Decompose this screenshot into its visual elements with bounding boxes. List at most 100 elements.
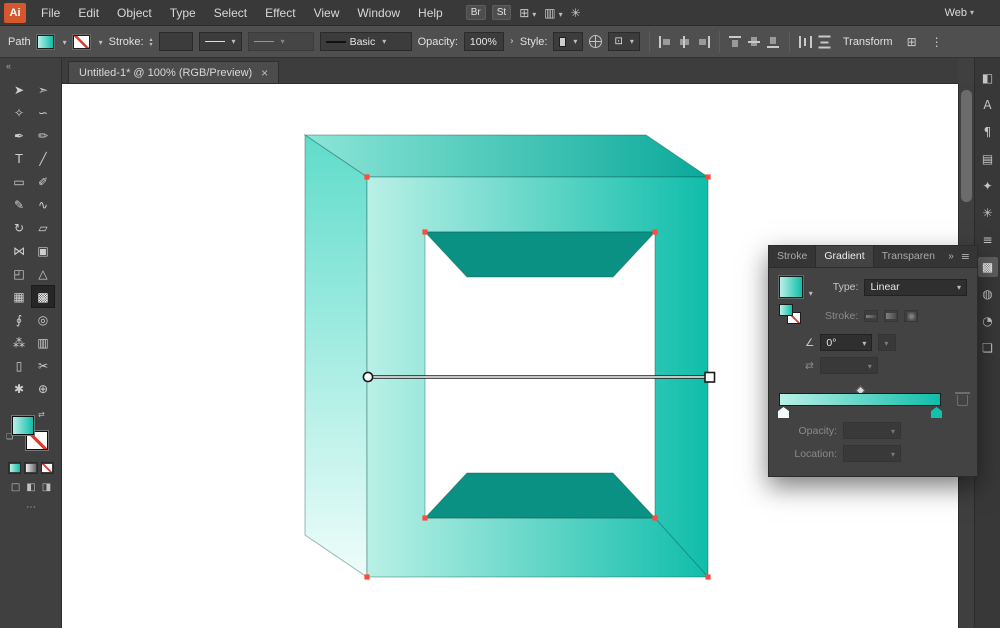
- tool-gradient[interactable]: ▩: [31, 285, 55, 308]
- stroke-dropdown-arrow-icon[interactable]: [96, 36, 103, 48]
- align-right-icon[interactable]: [696, 35, 710, 48]
- stroke-along-icon[interactable]: [884, 310, 899, 322]
- menu-help[interactable]: Help: [409, 6, 452, 20]
- preferences-dropdown[interactable]: ⊡: [608, 32, 640, 51]
- aspect-ratio-dropdown[interactable]: [878, 334, 897, 351]
- fill-proxy-swatch[interactable]: [12, 416, 34, 435]
- tool-zoom[interactable]: ⊕: [31, 377, 55, 400]
- rail-icon-appearance[interactable]: ◔: [978, 311, 998, 331]
- menu-type[interactable]: Type: [161, 6, 205, 20]
- tool-perspective-grid[interactable]: △: [31, 262, 55, 285]
- tool-rotate[interactable]: ↻: [7, 216, 31, 239]
- tool-pen[interactable]: ✒: [7, 124, 31, 147]
- isolate-icon[interactable]: ⊞: [907, 35, 917, 49]
- anchor-point[interactable]: [705, 174, 711, 180]
- tool-symbol-sprayer[interactable]: ⁂: [7, 331, 31, 354]
- app-logo[interactable]: Ai: [4, 2, 26, 23]
- tool-pencil[interactable]: ✎: [7, 193, 31, 216]
- tab-close-icon[interactable]: ×: [261, 66, 268, 80]
- distribute-vertical-icon[interactable]: [818, 35, 831, 48]
- workspace-switcher[interactable]: Web: [945, 7, 974, 19]
- stroke-weight-input[interactable]: [158, 32, 193, 51]
- menu-object[interactable]: Object: [108, 6, 161, 20]
- panel-menu-icon[interactable]: ≡: [958, 250, 977, 263]
- gradient-stop-right[interactable]: [931, 407, 942, 418]
- inner-top-wall[interactable]: [423, 231, 657, 278]
- tool-type[interactable]: T: [7, 147, 31, 170]
- rail-icon-symbols[interactable]: ✳: [978, 203, 998, 223]
- panel-tab-gradient[interactable]: Gradient: [815, 246, 874, 267]
- panel-overflow-icon[interactable]: »: [944, 251, 958, 262]
- fill-dropdown-arrow-icon[interactable]: [60, 36, 67, 48]
- stroke-weight-stepper[interactable]: [150, 37, 153, 47]
- stroke-style-dropdown[interactable]: [198, 32, 242, 51]
- fill-color-swatch[interactable]: [36, 34, 54, 49]
- stop-location-dropdown[interactable]: [843, 445, 901, 462]
- anchor-point[interactable]: [652, 515, 658, 521]
- menu-view[interactable]: View: [305, 6, 349, 20]
- gradient-type-dropdown[interactable]: Linear: [864, 278, 967, 296]
- tool-free-transform[interactable]: ▣: [31, 239, 55, 262]
- tool-line-segment[interactable]: ╱: [31, 147, 55, 170]
- menu-file[interactable]: File: [32, 6, 69, 20]
- anchor-point[interactable]: [422, 229, 428, 235]
- rail-icon-layers[interactable]: ❏: [978, 338, 998, 358]
- rail-icon-stroke[interactable]: ≡: [978, 230, 998, 250]
- tool-blend[interactable]: ◎: [31, 308, 55, 331]
- color-mode-button[interactable]: [8, 462, 22, 474]
- rail-icon-transparency[interactable]: ◍: [978, 284, 998, 304]
- extruded-frame-shape[interactable]: [303, 134, 710, 578]
- menu-effect[interactable]: Effect: [256, 6, 304, 20]
- distribute-icon[interactable]: [798, 35, 812, 48]
- delete-stop-trash-icon[interactable]: [955, 392, 970, 406]
- tool-direct-selection[interactable]: ➣: [31, 78, 55, 101]
- tool-curvature[interactable]: ✏: [31, 124, 55, 147]
- panel-fill-proxy[interactable]: [779, 304, 793, 316]
- none-mode-button[interactable]: [40, 462, 54, 474]
- more-options-icon[interactable]: ⋮: [931, 35, 943, 49]
- menu-select[interactable]: Select: [205, 6, 256, 20]
- align-bottom-icon[interactable]: [766, 35, 780, 48]
- align-top-icon[interactable]: [728, 35, 742, 48]
- opacity-chevron-icon[interactable]: ›: [510, 36, 514, 47]
- draw-inside-icon[interactable]: ◨: [42, 482, 51, 493]
- reverse-dropdown[interactable]: [819, 357, 878, 374]
- align-middle-icon[interactable]: [747, 35, 761, 48]
- rail-icon-gradient[interactable]: ▩: [977, 257, 998, 277]
- rail-icon-paragraph[interactable]: ¶: [978, 122, 998, 142]
- inner-bottom-wall[interactable]: [423, 472, 657, 519]
- draw-normal-icon[interactable]: □: [11, 482, 20, 493]
- document-layout-icon[interactable]: ▥: [544, 6, 562, 20]
- rail-icon-swatches[interactable]: ▤: [978, 149, 998, 169]
- panel-tab-stroke[interactable]: Stroke: [769, 246, 815, 267]
- tool-shaper[interactable]: ∿: [31, 193, 55, 216]
- transform-label[interactable]: Transform: [843, 36, 893, 48]
- panel-tab-transparen[interactable]: Transparen: [874, 246, 943, 267]
- annotator-end-handle[interactable]: [704, 371, 716, 383]
- draw-behind-icon[interactable]: ◧: [26, 482, 35, 493]
- scrollbar-thumb[interactable]: [961, 90, 972, 202]
- gradient-slider-bar[interactable]: [779, 393, 941, 406]
- opacity-input[interactable]: 100%: [463, 32, 504, 51]
- stroke-color-swatch[interactable]: [72, 34, 90, 49]
- stroke-within-icon[interactable]: [864, 310, 879, 322]
- gradient-stop-left[interactable]: [778, 407, 789, 418]
- tool-width[interactable]: ⋈: [7, 239, 31, 262]
- gradient-mode-button[interactable]: [24, 462, 38, 474]
- tool-rectangle[interactable]: ▭: [7, 170, 31, 193]
- menu-window[interactable]: Window: [348, 6, 409, 20]
- width-profile-dropdown[interactable]: [247, 32, 314, 51]
- gradient-fill-swatch[interactable]: [779, 276, 803, 298]
- tool-lasso[interactable]: ∽: [31, 101, 55, 124]
- rail-icon-brushes[interactable]: ✦: [978, 176, 998, 196]
- tool-shape-builder[interactable]: ◰: [7, 262, 31, 285]
- document-tab[interactable]: Untitled-1* @ 100% (RGB/Preview) ×: [68, 61, 280, 83]
- swap-fill-stroke-icon[interactable]: ⇄: [38, 410, 45, 419]
- tool-selection[interactable]: ➤: [7, 78, 31, 101]
- tool-hand[interactable]: ✱: [7, 377, 31, 400]
- menu-edit[interactable]: Edit: [69, 6, 108, 20]
- style-dropdown[interactable]: [553, 32, 584, 51]
- anchor-point[interactable]: [422, 515, 428, 521]
- document-setup-globe-icon[interactable]: [589, 35, 603, 48]
- arrange-documents-icon[interactable]: ⊞: [519, 6, 536, 20]
